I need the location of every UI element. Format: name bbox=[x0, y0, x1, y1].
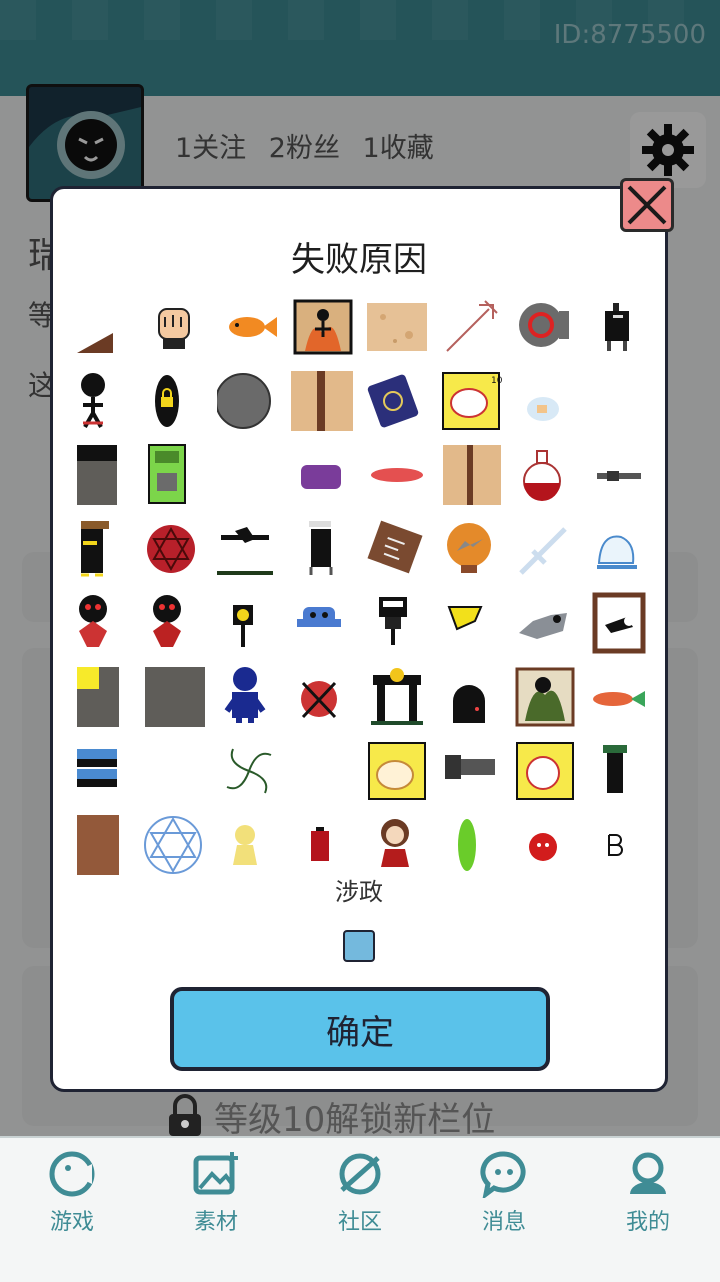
blue-stripes-icon[interactable] bbox=[66, 736, 136, 806]
red-ghost-icon[interactable] bbox=[510, 810, 580, 880]
red-fish-icon[interactable] bbox=[584, 662, 654, 732]
user-icon bbox=[630, 1152, 666, 1194]
hanger-icon[interactable] bbox=[362, 588, 432, 658]
cat-platform-icon[interactable] bbox=[214, 514, 284, 584]
game-icon bbox=[49, 1151, 95, 1197]
small-pot-icon[interactable] bbox=[510, 366, 580, 436]
reason-checkbox[interactable] bbox=[343, 930, 375, 962]
wood-door-icon[interactable] bbox=[288, 366, 358, 436]
gray-block-yellow-icon[interactable] bbox=[66, 662, 136, 732]
tab-label: 我的 bbox=[625, 1210, 670, 1235]
lock-icon bbox=[169, 1094, 201, 1136]
tab-label: 社区 bbox=[337, 1210, 382, 1235]
tab-game[interactable]: 游戏 bbox=[22, 1150, 122, 1236]
image-add-icon bbox=[193, 1152, 238, 1195]
tab-messages[interactable]: 消息 bbox=[454, 1150, 554, 1236]
vortex-icon[interactable] bbox=[214, 736, 284, 806]
confirm-button[interactable]: 确定 bbox=[170, 987, 550, 1071]
trident-icon[interactable] bbox=[436, 292, 506, 362]
hexagram-icon[interactable] bbox=[140, 514, 210, 584]
tab-community[interactable]: 社区 bbox=[310, 1150, 410, 1236]
dialog-title: 失败原因 bbox=[291, 240, 427, 280]
wood-panel-icon[interactable] bbox=[436, 440, 506, 510]
hat-stickman-icon[interactable] bbox=[66, 514, 136, 584]
close-button[interactable] bbox=[620, 178, 674, 232]
close-icon bbox=[627, 185, 667, 225]
black-robot-icon[interactable] bbox=[584, 292, 654, 362]
crystal-ball-icon[interactable] bbox=[436, 514, 506, 584]
black-ghost-icon[interactable] bbox=[436, 662, 506, 732]
lock-egg-icon[interactable] bbox=[140, 366, 210, 436]
yellow-flag-icon[interactable] bbox=[436, 588, 506, 658]
spell-book-icon[interactable] bbox=[362, 366, 432, 436]
tab-label: 素材 bbox=[193, 1210, 238, 1235]
red-eye-doll-icon[interactable] bbox=[66, 588, 136, 658]
cat-card-icon[interactable] bbox=[362, 736, 432, 806]
planet-icon bbox=[339, 1153, 381, 1195]
camera-icon[interactable] bbox=[510, 292, 580, 362]
green-machine-icon[interactable] bbox=[140, 440, 210, 510]
girl-icon[interactable] bbox=[362, 810, 432, 880]
gray-cat-icon[interactable] bbox=[510, 588, 580, 658]
red-disc-icon[interactable] bbox=[362, 440, 432, 510]
tab-label: 消息 bbox=[481, 1210, 526, 1235]
fish-icon[interactable] bbox=[214, 292, 284, 362]
battery-icon[interactable] bbox=[288, 810, 358, 880]
gray-circle-icon[interactable] bbox=[214, 366, 284, 436]
sign-board-icon[interactable] bbox=[362, 514, 432, 584]
selected-reason-label: 涉政 bbox=[335, 878, 383, 906]
tab-mine[interactable]: 我的 bbox=[598, 1150, 698, 1236]
white-hat-figure-icon[interactable] bbox=[288, 514, 358, 584]
lamp-post-icon[interactable] bbox=[214, 588, 284, 658]
sand-tile-icon[interactable] bbox=[362, 292, 432, 362]
potion-icon[interactable] bbox=[510, 440, 580, 510]
tab-label: 游戏 bbox=[49, 1210, 94, 1235]
green-robot-icon[interactable] bbox=[584, 736, 654, 806]
level-badge: 10 bbox=[491, 376, 503, 386]
brown-block-icon[interactable] bbox=[66, 810, 136, 880]
unlock-text: 等级10解锁新栏位 bbox=[214, 1099, 496, 1140]
green-card-icon[interactable] bbox=[510, 662, 580, 732]
letter-b-icon[interactable] bbox=[584, 810, 654, 880]
blue-person-icon[interactable] bbox=[214, 662, 284, 732]
magic-circle-icon[interactable] bbox=[140, 810, 210, 880]
fairy-icon[interactable] bbox=[214, 810, 284, 880]
pig-card-icon[interactable]: 10 bbox=[436, 366, 506, 436]
purple-jar-icon[interactable] bbox=[288, 440, 358, 510]
unlock-row: 等级10解锁新栏位 bbox=[166, 1094, 586, 1140]
sword-icon[interactable] bbox=[510, 514, 580, 584]
red-eye-doll-2-icon[interactable] bbox=[140, 588, 210, 658]
dollar-gate-icon[interactable] bbox=[362, 662, 432, 732]
tab-material[interactable]: 素材 bbox=[166, 1150, 266, 1236]
red-x-ball-icon[interactable] bbox=[288, 662, 358, 732]
cannon-icon[interactable] bbox=[436, 736, 506, 806]
dark-block-icon[interactable] bbox=[66, 440, 136, 510]
green-leaf-icon[interactable] bbox=[436, 810, 506, 880]
gray-square-icon[interactable] bbox=[140, 662, 210, 732]
stickman-icon[interactable] bbox=[66, 366, 136, 436]
fist-icon[interactable] bbox=[140, 292, 210, 362]
ramp-icon[interactable] bbox=[66, 292, 136, 362]
ghost-card-icon[interactable] bbox=[510, 736, 580, 806]
skate-ghost-icon[interactable] bbox=[584, 514, 654, 584]
fire-stickman-icon[interactable] bbox=[288, 292, 358, 362]
blue-robot-icon[interactable] bbox=[288, 588, 358, 658]
gun-icon[interactable] bbox=[584, 440, 654, 510]
eye-frame-icon[interactable] bbox=[584, 588, 654, 658]
chat-icon bbox=[480, 1151, 526, 1200]
